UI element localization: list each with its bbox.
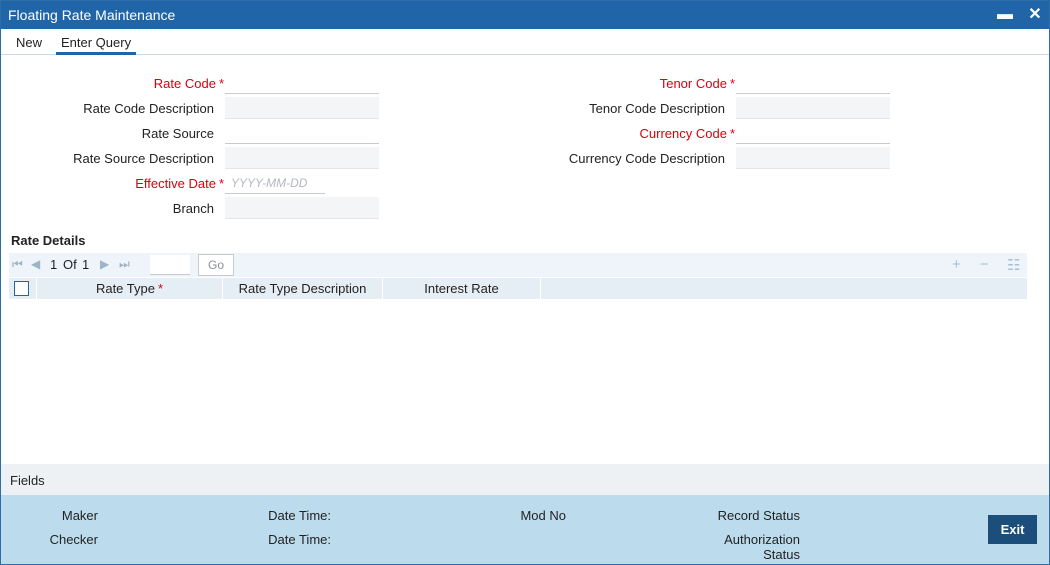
branch-label: Branch xyxy=(172,201,214,216)
column-rate-type[interactable]: Rate Type * xyxy=(37,278,223,299)
currency-code-description-label: Currency Code Description xyxy=(568,151,725,166)
rate-source-description-field xyxy=(225,147,379,169)
fields-label: Fields xyxy=(10,473,45,488)
add-row-icon[interactable]: + xyxy=(952,256,961,273)
effective-date-input[interactable] xyxy=(225,172,325,194)
select-all-cell xyxy=(9,278,37,299)
page-of-label: Of xyxy=(63,257,77,272)
checker-label: Checker xyxy=(49,532,98,547)
maker-date-time-label: Date Time: xyxy=(268,508,331,523)
branch-field xyxy=(225,197,379,219)
mod-no-label: Mod No xyxy=(520,508,566,523)
rate-code-description-field xyxy=(225,97,379,119)
tenor-code-label: Tenor Code * xyxy=(659,76,735,91)
rate-code-description-label: Rate Code Description xyxy=(83,101,214,116)
column-interest-rate[interactable]: Interest Rate xyxy=(383,278,541,299)
effective-date-label: Effective Date * xyxy=(135,176,224,191)
rate-details-header: Rate Type * Rate Type Description Interes… xyxy=(9,278,1027,299)
record-status-label: Record Status xyxy=(717,508,800,523)
rate-source-label: Rate Source xyxy=(141,126,214,141)
rate-details-pager: ⏮ ◀ 1 Of 1 ▶ ⏭ Go + − ☷ xyxy=(9,253,1027,277)
audit-footer: Maker Checker Date Time: Date Time: Mod … xyxy=(1,495,1049,564)
last-page-icon[interactable]: ⏭ xyxy=(119,257,130,272)
menu-enter-query[interactable]: Enter Query xyxy=(56,35,137,55)
currency-code-description-field xyxy=(736,147,890,169)
tenor-code-description-field xyxy=(736,97,890,119)
current-page: 1 xyxy=(50,257,58,272)
delete-row-icon[interactable]: − xyxy=(980,256,989,273)
total-pages: 1 xyxy=(82,257,90,272)
column-rate-type-description[interactable]: Rate Type Description xyxy=(223,278,383,299)
rate-source-description-label: Rate Source Description xyxy=(73,151,214,166)
select-all-checkbox[interactable] xyxy=(14,281,29,296)
title-bar: Floating Rate Maintenance ▬ ✕ xyxy=(1,1,1049,29)
exit-button[interactable]: Exit xyxy=(988,515,1037,544)
go-button[interactable]: Go xyxy=(198,254,234,276)
rate-code-input[interactable] xyxy=(225,72,379,94)
single-view-icon[interactable]: ☷ xyxy=(1007,256,1020,274)
fields-bar[interactable]: Fields xyxy=(1,464,1049,495)
checker-date-time-label: Date Time: xyxy=(268,532,331,547)
currency-code-input[interactable] xyxy=(736,122,890,144)
currency-code-label: Currency Code * xyxy=(639,126,736,141)
close-icon[interactable]: ✕ xyxy=(1025,5,1045,25)
previous-page-icon[interactable]: ◀ xyxy=(31,257,40,271)
maker-label: Maker xyxy=(61,508,98,523)
floating-rate-maintenance-window: Floating Rate Maintenance ▬ ✕ New Enter … xyxy=(0,0,1050,565)
rate-source-input[interactable] xyxy=(225,122,379,144)
authorization-status-label: Authorization Status xyxy=(724,532,800,562)
rate-code-label: Rate Code * xyxy=(153,76,224,91)
page-number-input[interactable] xyxy=(150,255,190,275)
menu-new[interactable]: New xyxy=(16,35,42,50)
next-page-icon[interactable]: ▶ xyxy=(100,257,109,271)
minimize-icon[interactable]: ▬ xyxy=(995,5,1015,25)
tenor-code-description-label: Tenor Code Description xyxy=(589,101,725,116)
tenor-code-input[interactable] xyxy=(736,72,890,94)
rate-details-title: Rate Details xyxy=(11,233,86,248)
window-title: Floating Rate Maintenance xyxy=(8,7,176,23)
menu-bar: New Enter Query xyxy=(1,29,1049,55)
first-page-icon[interactable]: ⏮ xyxy=(12,257,23,272)
